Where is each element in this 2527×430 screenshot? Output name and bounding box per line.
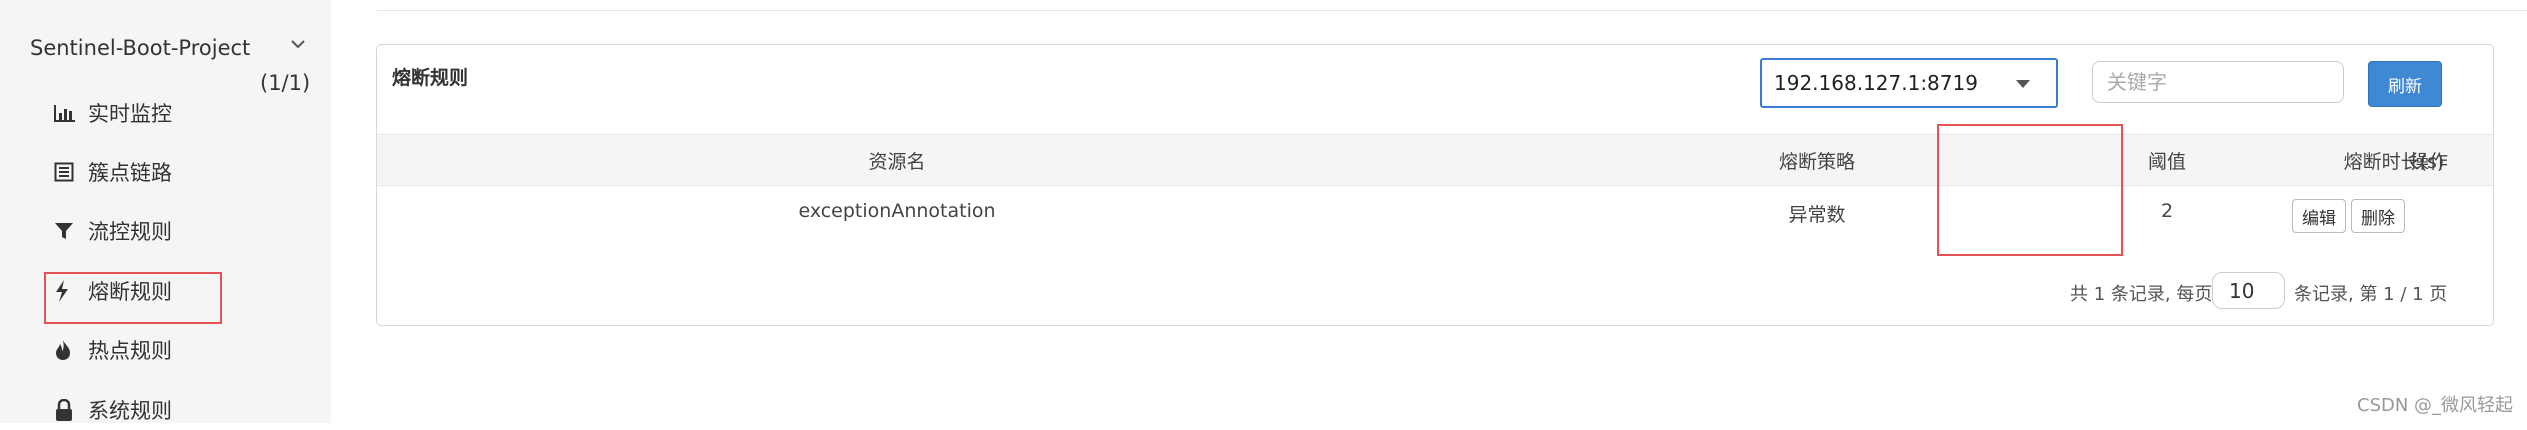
app-machine-count: (1/1) [260, 71, 311, 95]
refresh-button[interactable]: 刷新 [2368, 61, 2442, 107]
panel-title: 熔断规则 [392, 67, 469, 89]
bar-chart-icon [54, 104, 80, 122]
highlight-box-duration-column [1937, 124, 2123, 256]
cell-strategy: 异常数 [1788, 204, 1846, 226]
degrade-rules-panel: 熔断规则 192.168.127.1:8719 刷新 资源名 熔断策略 阈值 熔… [376, 44, 2494, 326]
caret-down-icon [2016, 80, 2030, 88]
cell-resource: exceptionAnnotation [798, 200, 996, 222]
chevron-down-icon[interactable] [290, 34, 306, 55]
pagination-suffix: 条记录, 第 1 / 1 页 [2294, 284, 2448, 305]
delete-button[interactable]: 删除 [2351, 199, 2405, 233]
machine-select-value: 192.168.127.1:8719 [1774, 71, 1978, 95]
sidebar-item-resource-chain[interactable]: 簇点链路 [54, 152, 172, 192]
filter-icon [54, 221, 80, 241]
list-icon [54, 162, 80, 182]
sidebar-item-realtime-monitor[interactable]: 实时监控 [54, 93, 172, 133]
edit-button[interactable]: 编辑 [2292, 199, 2346, 233]
machine-select[interactable]: 192.168.127.1:8719 [1760, 58, 2058, 108]
sidebar-item-flow-rules[interactable]: 流控规则 [54, 211, 172, 251]
header-divider [377, 10, 2527, 11]
sidebar-item-label: 流控规则 [88, 220, 172, 244]
page-size-input[interactable]: 10 [2212, 272, 2285, 309]
sidebar-item-label: 系统规则 [88, 399, 172, 423]
sidebar-item-label: 簇点链路 [88, 161, 172, 185]
column-header-actions: 操作 [2409, 151, 2448, 173]
column-header-strategy: 熔断策略 [1778, 151, 1855, 173]
lock-icon [54, 399, 80, 421]
sidebar-item-hotspot-rules[interactable]: 热点规则 [54, 330, 172, 370]
cell-threshold: 2 [2160, 200, 2174, 222]
fire-icon [54, 339, 80, 361]
watermark: CSDN @_微风轻起 [2357, 395, 2514, 416]
column-header-threshold: 阈值 [2147, 151, 2186, 173]
highlight-box-degrade-menu [44, 272, 222, 324]
sidebar-item-system-rules[interactable]: 系统规则 [54, 390, 172, 430]
sidebar-item-label: 实时监控 [88, 102, 172, 126]
keyword-search-input[interactable] [2092, 61, 2344, 103]
sidebar-item-label: 热点规则 [88, 339, 172, 363]
app-name[interactable]: Sentinel-Boot-Project [30, 36, 250, 60]
pagination-prefix: 共 1 条记录, 每页 [2070, 284, 2213, 305]
sidebar: Sentinel-Boot-Project (1/1) 实时监控 簇点链路 流控… [0, 0, 331, 423]
column-header-resource: 资源名 [868, 151, 926, 173]
